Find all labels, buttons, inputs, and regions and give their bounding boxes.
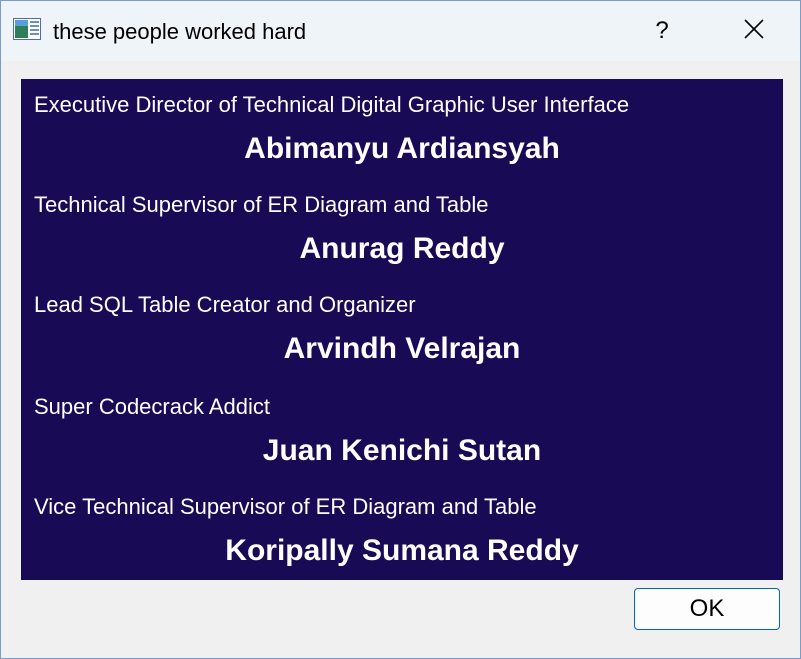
credit-name: Koripally Sumana Reddy	[225, 534, 579, 567]
ok-button[interactable]: OK	[634, 588, 780, 630]
credit-name: Arvindh Velrajan	[283, 332, 521, 365]
credit-name: Anurag Reddy	[299, 232, 505, 265]
credits-panel: Executive Director of Technical Digital …	[21, 79, 783, 580]
credit-role: Vice Technical Supervisor of ER Diagram …	[34, 494, 537, 519]
credit-entry: Vice Technical Supervisor of ER Diagram …	[21, 481, 783, 581]
credit-role: Executive Director of Technical Digital …	[34, 92, 630, 117]
credit-name: Abimanyu Ardiansyah	[244, 132, 560, 165]
close-button[interactable]	[723, 9, 785, 53]
credit-role: Technical Supervisor of ER Diagram and T…	[34, 192, 489, 217]
credit-entry: Technical Supervisor of ER Diagram and T…	[21, 179, 783, 279]
credit-entry: Lead SQL Table Creator and Organizer Arv…	[21, 279, 783, 379]
credit-role: Super Codecrack Addict	[34, 394, 271, 419]
help-button[interactable]: ?	[633, 9, 691, 53]
dialog-window: these people worked hard ? Executive Dir…	[0, 0, 801, 659]
credit-role: Lead SQL Table Creator and Organizer	[34, 292, 416, 317]
close-icon	[743, 18, 765, 45]
credit-entry: Executive Director of Technical Digital …	[21, 79, 783, 179]
title-bar[interactable]: these people worked hard ?	[1, 1, 800, 61]
window-title: these people worked hard	[53, 19, 307, 44]
credit-entry: Super Codecrack Addict Juan Kenichi Suta…	[21, 381, 783, 481]
window-app-icon	[13, 18, 41, 40]
credit-name: Juan Kenichi Sutan	[262, 434, 542, 467]
